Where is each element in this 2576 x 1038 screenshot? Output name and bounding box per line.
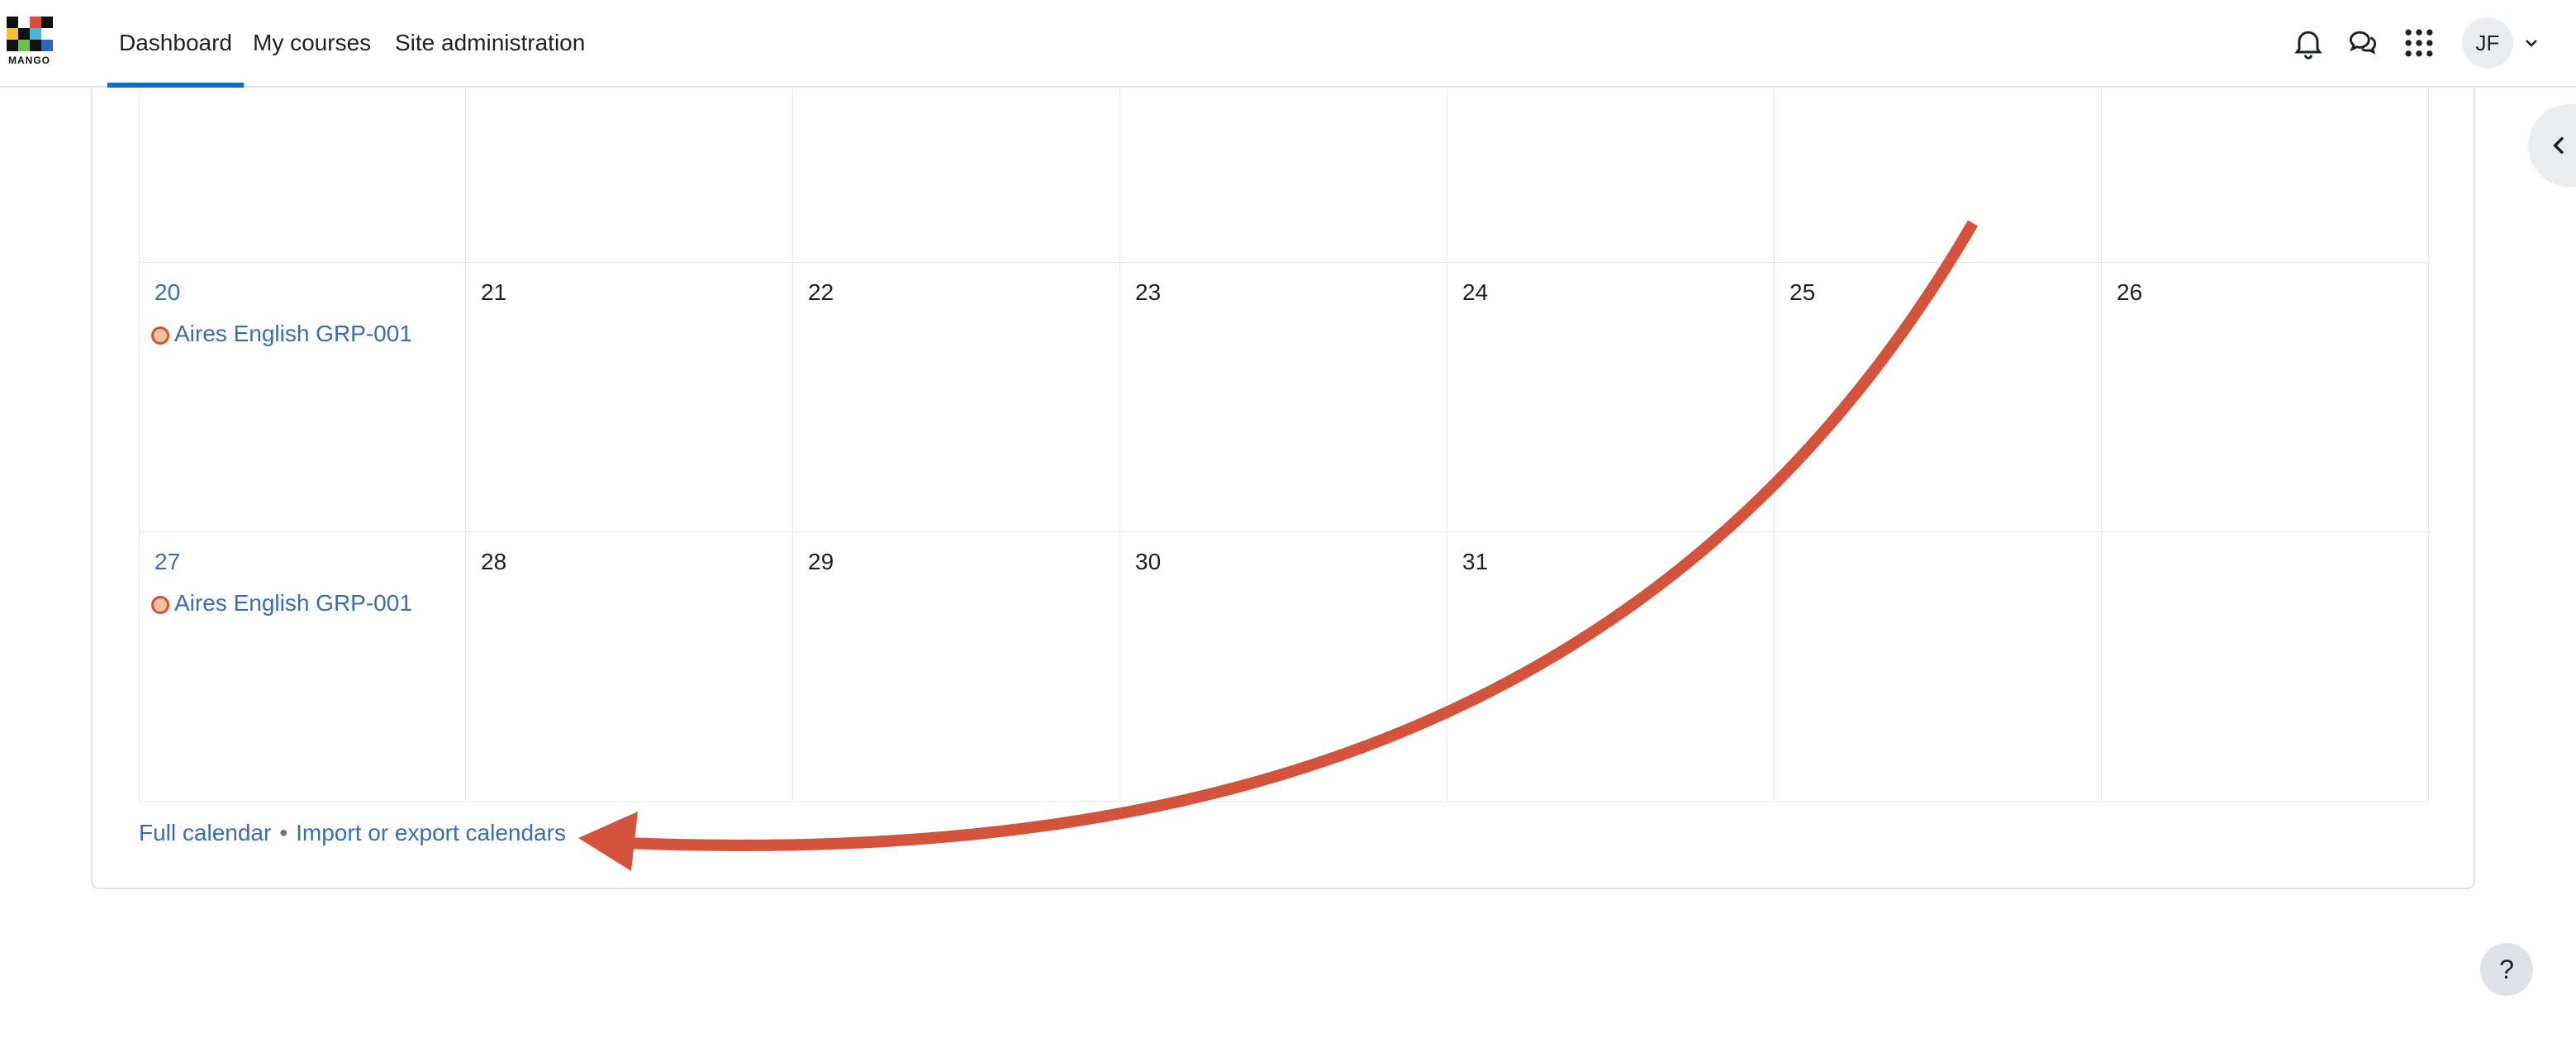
chevron-down-icon[interactable] xyxy=(2521,33,2541,53)
mango-logo-icon xyxy=(7,17,53,51)
calendar-day-number: 28 xyxy=(481,549,507,574)
calendar-day-number: 24 xyxy=(1462,279,1489,305)
full-calendar-link[interactable]: Full calendar xyxy=(139,820,271,845)
help-button[interactable]: ? xyxy=(2480,943,2533,996)
calendar-day-cell[interactable]: 21 xyxy=(466,263,793,532)
calendar-day-cell[interactable] xyxy=(1775,532,2102,802)
calendar-day-cell[interactable]: 24 xyxy=(1447,263,1775,532)
calendar-day-cell[interactable]: 26 xyxy=(2102,263,2429,532)
calendar-day-number: 30 xyxy=(1135,549,1162,574)
calendar-day-number: 21 xyxy=(481,279,507,305)
calendar-day-cell[interactable] xyxy=(793,88,1120,263)
calendar-day-cell[interactable] xyxy=(1120,88,1447,263)
chevron-left-icon xyxy=(2553,136,2564,155)
calendar-event[interactable]: Aires English GRP-001 xyxy=(151,590,412,617)
footer-separator: • xyxy=(279,820,288,845)
calendar-day-cell[interactable]: 28 xyxy=(466,532,793,802)
calendar-day-number: 29 xyxy=(808,549,834,574)
import-export-calendars-link[interactable]: Import or export calendars xyxy=(296,820,566,845)
drawer-toggle-button[interactable] xyxy=(2528,104,2576,187)
calendar-day-cell[interactable] xyxy=(1775,88,2102,263)
top-navbar: MANGO Dashboard My courses Site administ… xyxy=(0,0,2576,88)
calendar-day-cell[interactable] xyxy=(2102,532,2429,802)
calendar-event-label: Aires English GRP-001 xyxy=(174,590,412,616)
calendar-day-cell[interactable]: 29 xyxy=(793,532,1120,802)
calendar-day-cell[interactable] xyxy=(1447,88,1775,263)
calendar-day-number: 22 xyxy=(808,279,834,305)
calendar-day-number[interactable]: 27 xyxy=(154,549,180,575)
calendar-event[interactable]: Aires English GRP-001 xyxy=(151,321,412,347)
nav-site-administration[interactable]: Site administration xyxy=(383,0,596,86)
nav-my-courses[interactable]: My courses xyxy=(241,0,383,86)
nav-dashboard[interactable]: Dashboard xyxy=(107,0,244,88)
calendar-day-number: 23 xyxy=(1135,279,1162,305)
calendar-day-cell[interactable] xyxy=(466,88,793,263)
chat-icon[interactable] xyxy=(2345,25,2381,61)
calendar-day-cell[interactable]: 31 xyxy=(1447,532,1775,802)
calendar-day-cell[interactable]: 23 xyxy=(1120,263,1447,532)
calendar-day-cell[interactable]: 22 xyxy=(793,263,1120,532)
calendar-event-label: Aires English GRP-001 xyxy=(174,321,412,346)
apps-grid-icon[interactable] xyxy=(2401,25,2437,61)
calendar-day-cell[interactable]: 27 Aires English GRP-001 xyxy=(139,532,466,802)
user-avatar[interactable]: JF xyxy=(2462,17,2513,69)
calendar-day-cell[interactable]: 25 xyxy=(1775,263,2102,532)
calendar-day-cell[interactable] xyxy=(2102,88,2429,263)
event-dot-icon xyxy=(151,595,169,614)
calendar-day-number: 31 xyxy=(1462,549,1489,574)
calendar-day-number: 25 xyxy=(1789,279,1816,305)
calendar-day-number: 26 xyxy=(2117,279,2143,305)
calendar-day-number[interactable]: 20 xyxy=(154,279,180,306)
event-dot-icon xyxy=(151,326,169,345)
logo-text: MANGO xyxy=(8,55,50,66)
bell-icon[interactable] xyxy=(2290,25,2326,61)
calendar-day-cell[interactable] xyxy=(139,88,466,263)
calendar-footer-links: Full calendar • Import or export calendars xyxy=(139,820,566,846)
calendar-day-cell[interactable]: 20 Aires English GRP-001 xyxy=(139,263,466,532)
calendar-day-cell[interactable]: 30 xyxy=(1120,532,1447,802)
